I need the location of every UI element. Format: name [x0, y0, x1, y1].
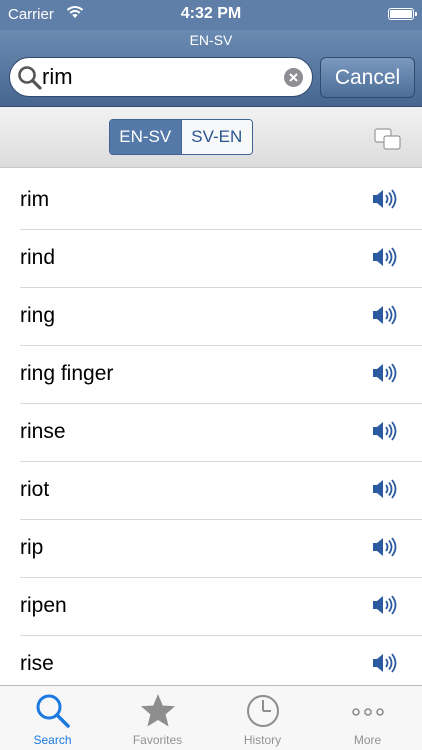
- segment-en-sv[interactable]: EN-SV: [110, 120, 181, 154]
- search-icon: [36, 694, 70, 728]
- tab-label: Search: [33, 733, 72, 747]
- star-icon: [141, 694, 175, 727]
- tab-history[interactable]: History: [210, 686, 315, 750]
- tab-bar: Search Favorites History More: [0, 685, 422, 750]
- search-input[interactable]: [42, 60, 278, 94]
- list-item[interactable]: rip: [20, 520, 422, 578]
- list-item[interactable]: rinse: [20, 404, 422, 462]
- clear-icon[interactable]: [284, 68, 303, 87]
- speaker-icon[interactable]: [372, 305, 398, 325]
- nav-title: EN-SV: [189, 32, 233, 48]
- speaker-icon[interactable]: [372, 363, 398, 383]
- segment-sv-en[interactable]: SV-EN: [180, 120, 252, 154]
- list-item[interactable]: rise: [20, 636, 422, 685]
- word-label: rind: [20, 246, 56, 269]
- app-screen: Carrier 4:32 PM EN-SV Cancel EN-SV: [0, 0, 422, 750]
- direction-segmented-control: EN-SV SV-EN: [109, 119, 253, 155]
- speaker-icon[interactable]: [372, 537, 398, 557]
- more-dots-icon: [352, 708, 384, 716]
- speaker-icon[interactable]: [372, 595, 398, 615]
- speaker-icon[interactable]: [372, 653, 398, 673]
- search-field[interactable]: [9, 57, 313, 97]
- clock-icon: [247, 695, 279, 727]
- speaker-icon[interactable]: [372, 479, 398, 499]
- tab-label: History: [243, 733, 282, 747]
- status-bar: Carrier 4:32 PM: [0, 0, 422, 30]
- list-item[interactable]: rim: [20, 172, 422, 230]
- speaker-icon[interactable]: [372, 247, 398, 267]
- word-label: rim: [20, 188, 50, 211]
- list-item[interactable]: ring finger: [20, 346, 422, 404]
- word-label: rinse: [20, 420, 66, 443]
- list-item[interactable]: rind: [20, 230, 422, 288]
- word-label: ring: [20, 304, 56, 327]
- tab-favorites[interactable]: Favorites: [105, 686, 210, 750]
- battery-icon: [388, 8, 417, 20]
- word-label: rise: [20, 652, 54, 675]
- list-item[interactable]: ripen: [20, 578, 422, 636]
- status-time: 4:32 PM: [180, 5, 242, 22]
- speaker-icon[interactable]: [372, 421, 398, 441]
- word-label: ripen: [20, 594, 67, 617]
- speaker-icon[interactable]: [372, 189, 398, 209]
- tab-search[interactable]: Search: [0, 686, 105, 750]
- search-icon: [18, 66, 42, 90]
- word-label: rip: [20, 536, 44, 559]
- word-list: rim rind ring ring finger rinse riot rip ripen r…: [0, 172, 422, 685]
- cancel-button[interactable]: Cancel: [320, 57, 415, 98]
- tab-label: Favorites: [132, 733, 183, 747]
- list-item[interactable]: ring: [20, 288, 422, 346]
- tab-label: More: [353, 733, 382, 747]
- search-header: EN-SV Cancel: [0, 30, 422, 107]
- list-item[interactable]: riot: [20, 462, 422, 520]
- swap-windows-icon[interactable]: [374, 127, 402, 151]
- direction-toolbar: EN-SV SV-EN: [0, 107, 422, 168]
- word-label: ring finger: [20, 362, 114, 385]
- word-label: riot: [20, 478, 50, 501]
- tab-more[interactable]: More: [315, 686, 420, 750]
